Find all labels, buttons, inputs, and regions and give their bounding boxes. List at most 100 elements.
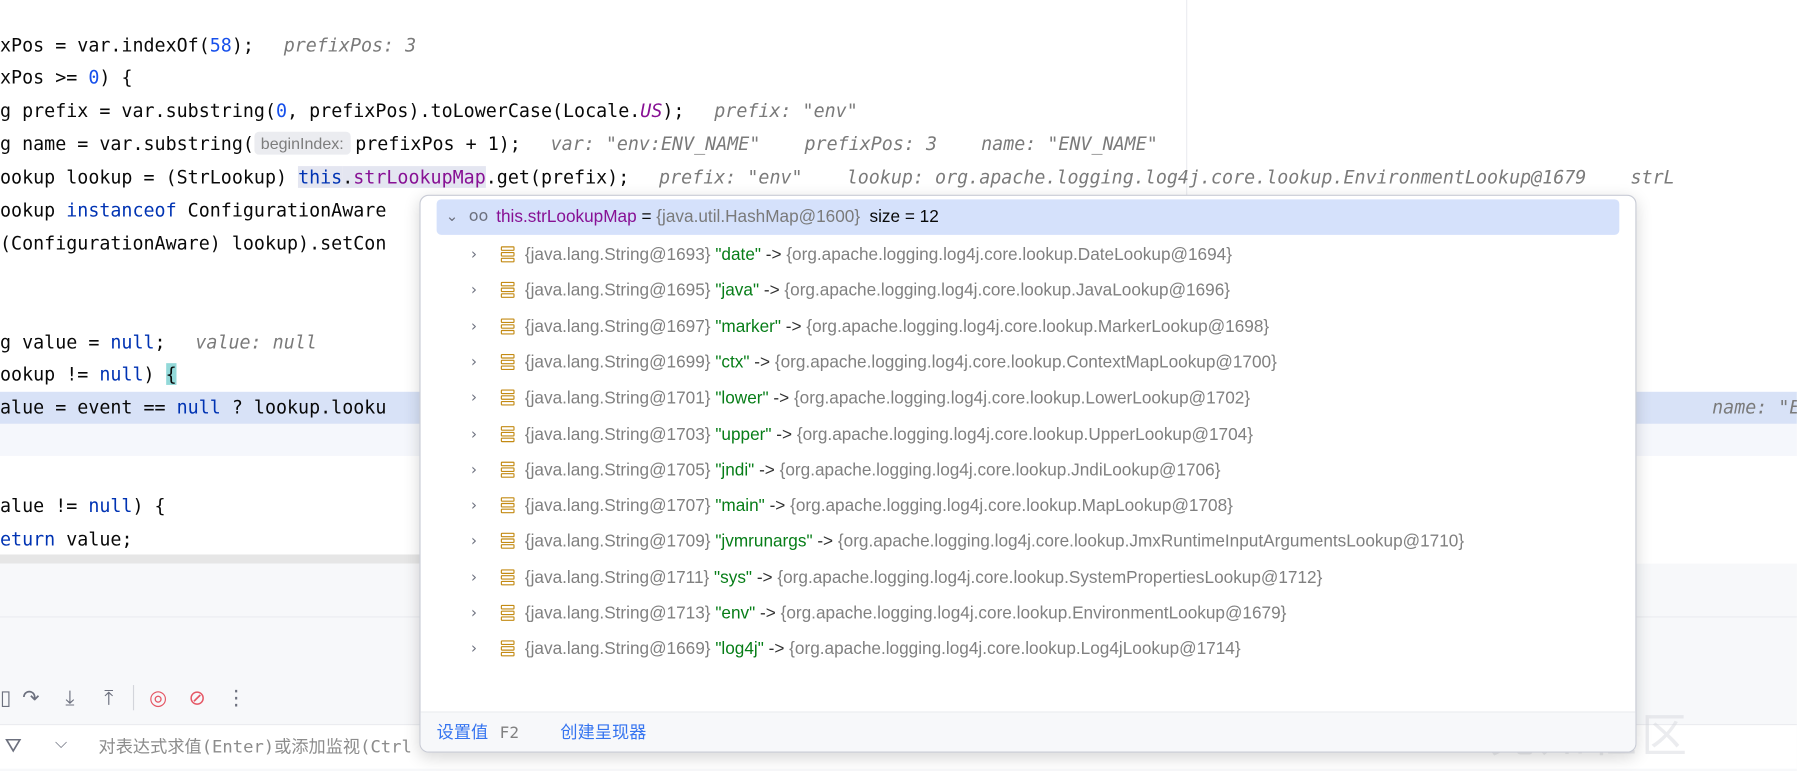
step-out-icon[interactable]: ⤒ xyxy=(89,680,128,714)
entry-label: {java.lang.String@1713} "env" -> {org.ap… xyxy=(524,603,1287,624)
set-value-button[interactable]: 设置值 F2 xyxy=(437,713,519,752)
entry-label: {java.lang.String@1709} "jvmrunargs" -> … xyxy=(524,532,1465,552)
chevron-right-icon[interactable]: › xyxy=(471,273,477,309)
field-icon xyxy=(500,461,515,478)
field-icon xyxy=(500,389,515,406)
entry-label: {java.lang.String@1711} "sys" -> {org.ap… xyxy=(524,567,1323,588)
tree-row-entry[interactable]: › {java.lang.String@1711} "sys" -> {org.a… xyxy=(421,560,1636,596)
code-text: ookup != null) { xyxy=(0,363,177,385)
entry-label: {java.lang.String@1693} "date" -> {org.a… xyxy=(524,245,1232,265)
chevron-right-icon[interactable]: › xyxy=(471,524,477,560)
tree-row-entry[interactable]: › {java.lang.String@1697} "marker" -> {or… xyxy=(421,309,1636,345)
entry-label: {java.lang.String@1701} "lower" -> {org.… xyxy=(524,388,1251,409)
chevron-right-icon[interactable]: › xyxy=(471,237,477,273)
entry-label: {java.lang.String@1695} "java" -> {org.a… xyxy=(524,281,1231,301)
root-label: this.strLookupMap = {java.util.HashMap@1… xyxy=(496,207,939,227)
chevron-right-icon[interactable]: › xyxy=(471,632,477,668)
popup-footer: 设置值 F2 创建呈现器 xyxy=(420,711,1636,752)
inline-value: prefixPos: 3 xyxy=(283,34,417,57)
code-text-post: prefixPos + 1); xyxy=(355,132,521,155)
chevron-right-icon[interactable]: › xyxy=(471,452,477,488)
inline-value: value: null xyxy=(195,331,317,353)
tree-row-entry[interactable]: › {java.lang.String@1709} "jvmrunargs" ->… xyxy=(421,524,1636,560)
ide-window: xPos = var.indexOf(58); prefixPos: 3 xPos… xyxy=(0,0,1797,771)
code-text: alue = event == null ? lookup.looku xyxy=(0,396,387,419)
inline-value: var: "env:ENV_NAME" prefixPos: 3 name: "… xyxy=(550,132,1158,155)
frame-icon[interactable]: ▯ xyxy=(0,680,11,714)
tree-row-entry[interactable]: › {java.lang.String@1669} "log4j" -> {org… xyxy=(421,632,1636,668)
tree-row-entry[interactable]: › {java.lang.String@1693} "date" -> {org.… xyxy=(421,237,1636,273)
create-renderer-button[interactable]: 创建呈现器 xyxy=(560,713,646,752)
step-into-icon[interactable]: ⤓ xyxy=(50,680,89,714)
code-line-1: xPos = var.indexOf(58); prefixPos: 3 xyxy=(0,30,416,62)
field-icon xyxy=(500,497,515,514)
chevron-right-icon[interactable]: › xyxy=(471,381,477,417)
code-line-11: eturn value; xyxy=(0,524,132,555)
watch-glasses-icon: oo xyxy=(468,207,489,226)
field-icon xyxy=(500,353,515,370)
chevron-right-icon[interactable]: › xyxy=(471,560,477,596)
tree-row-entry[interactable]: › {java.lang.String@1699} "ctx" -> {org.a… xyxy=(421,345,1636,381)
inline-value: prefix: "env" lookup: org.apache.logging… xyxy=(659,166,1675,188)
field-icon xyxy=(500,318,515,335)
code-text: xPos >= 0) { xyxy=(0,66,133,89)
code-text: g prefix = var.substring(0, prefixPos).t… xyxy=(0,99,685,122)
inline-value: name: "ENV xyxy=(1712,396,1797,419)
field-icon xyxy=(500,282,515,299)
code-line-6: ookup instanceof ConfigurationAware xyxy=(0,195,386,227)
entry-label: {java.lang.String@1697} "marker" -> {org… xyxy=(524,316,1270,337)
entry-label: {java.lang.String@1669} "log4j" -> {org.… xyxy=(524,639,1241,660)
entry-label: {java.lang.String@1705} "jndi" -> {org.a… xyxy=(524,460,1221,480)
code-text: ookup instanceof ConfigurationAware xyxy=(0,199,387,222)
code-text: ookup lookup = (StrLookup) this.strLooku… xyxy=(0,166,630,188)
code-line-3: g prefix = var.substring(0, prefixPos).t… xyxy=(0,95,858,127)
field-icon xyxy=(500,604,515,621)
code-line-10: alue != null) { xyxy=(0,490,166,522)
step-over-icon[interactable]: ↷ xyxy=(11,680,50,714)
tree-row-entry[interactable]: › {java.lang.String@1707} "main" -> {org.… xyxy=(421,488,1636,524)
code-line-7: (ConfigurationAware) lookup).setCon xyxy=(0,228,386,260)
code-line-5: ookup lookup = (StrLookup) this.strLooku… xyxy=(0,162,1675,194)
field-icon xyxy=(500,246,515,263)
tree-row-entry[interactable]: › {java.lang.String@1703} "upper" -> {org… xyxy=(421,416,1636,452)
variable-inspector-popup: ⌄ oo this.strLookupMap = {java.util.Hash… xyxy=(419,194,1637,753)
entry-label: {java.lang.String@1699} "ctx" -> {org.ap… xyxy=(524,352,1277,373)
field-icon xyxy=(500,569,515,586)
entry-label: {java.lang.String@1703} "upper" -> {org.… xyxy=(524,424,1253,444)
code-text: xPos = var.indexOf(58); xyxy=(0,34,254,57)
field-icon xyxy=(500,533,515,550)
chevron-right-icon[interactable]: › xyxy=(471,416,477,452)
code-line-4: g name = var.substring(beginIndex: prefix… xyxy=(0,128,1158,160)
inline-value: prefix: "env" xyxy=(714,99,858,122)
code-text: eturn value; xyxy=(0,528,133,550)
code-line-9: ookup != null) { xyxy=(0,359,177,391)
filter-icon[interactable]: ⛛ xyxy=(5,734,22,758)
tree-row-entry[interactable]: › {java.lang.String@1701} "lower" -> {org… xyxy=(421,381,1636,417)
tree-row-entry[interactable]: › {java.lang.String@1713} "env" -> {org.a… xyxy=(421,596,1636,632)
tree-row-root[interactable]: ⌄ oo this.strLookupMap = {java.util.Hash… xyxy=(436,199,1620,235)
debug-toolbar: ▯ ↷ ⤓ ⤒ ◎ ⊘ ⋮ xyxy=(0,678,256,717)
chevron-right-icon[interactable]: › xyxy=(471,345,477,381)
more-options-icon[interactable]: ⋮ xyxy=(217,680,256,714)
view-breakpoints-icon[interactable]: ◎ xyxy=(139,680,178,714)
code-line-2: xPos >= 0) { xyxy=(0,62,132,94)
code-text: (ConfigurationAware) lookup).setCon xyxy=(0,232,387,255)
field-icon xyxy=(500,425,515,442)
mute-breakpoints-icon[interactable]: ⊘ xyxy=(178,680,217,714)
field-icon xyxy=(500,640,515,657)
code-text: g value = null; xyxy=(0,331,166,353)
chevron-right-icon[interactable]: › xyxy=(471,309,477,345)
horizontal-scrollbar[interactable] xyxy=(0,554,420,564)
parameter-hint: beginIndex: xyxy=(253,131,351,155)
chevron-right-icon[interactable]: › xyxy=(471,488,477,524)
code-text: alue != null) { xyxy=(0,494,166,517)
toolbar-divider xyxy=(132,685,135,711)
tree-row-entry[interactable]: › {java.lang.String@1705} "jndi" -> {org.… xyxy=(421,452,1636,488)
chevron-down-icon[interactable]: ⌵ xyxy=(55,734,67,752)
code-text-pre: g name = var.substring( xyxy=(0,132,254,155)
chevron-right-icon[interactable]: › xyxy=(471,596,477,632)
tree-row-entry[interactable]: › {java.lang.String@1695} "java" -> {org.… xyxy=(421,273,1636,309)
code-line-8: g value = null; value: null xyxy=(0,326,317,358)
entry-label: {java.lang.String@1707} "main" -> {org.a… xyxy=(524,496,1233,516)
chevron-down-icon[interactable]: ⌄ xyxy=(446,199,458,235)
